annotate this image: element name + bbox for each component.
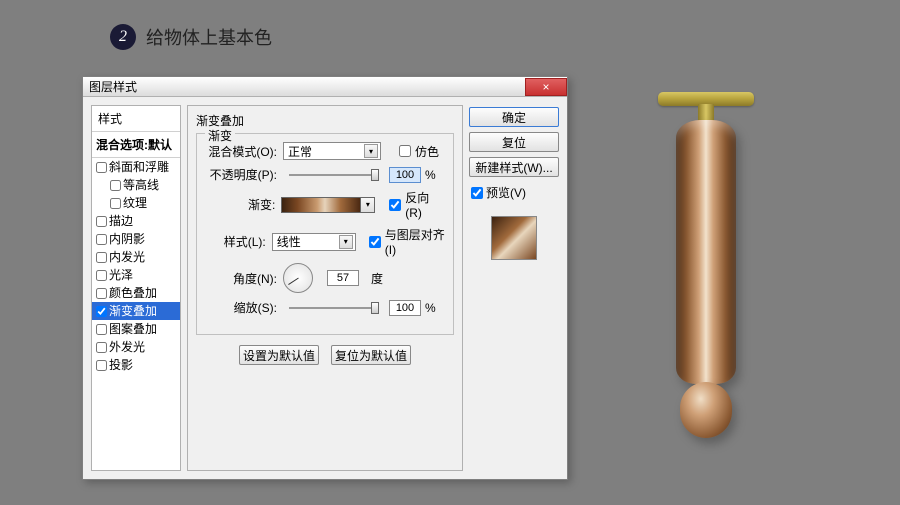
dither-checkbox[interactable] [399, 145, 411, 157]
sidebar-checkbox[interactable] [96, 324, 107, 335]
sidebar-item-label: 光泽 [109, 268, 133, 282]
style-list-sidebar: 样式 混合选项:默认 斜面和浮雕 等高线 纹理 描边 内阴影 [91, 105, 181, 471]
style-label: 样式(L): [205, 233, 268, 250]
close-button[interactable]: × [525, 78, 567, 96]
sidebar-checkbox[interactable] [96, 360, 107, 371]
sidebar-item-inner-shadow[interactable]: 内阴影 [92, 230, 180, 248]
gradient-dropdown-button[interactable]: ▾ [361, 197, 375, 213]
sidebar-checkbox[interactable] [110, 180, 121, 191]
dialog-right-panel: 确定 复位 新建样式(W)... 预览(V) [469, 105, 559, 471]
sidebar-item-drop-shadow[interactable]: 投影 [92, 356, 180, 374]
ok-button[interactable]: 确定 [469, 107, 559, 127]
sidebar-item-label: 等高线 [123, 178, 159, 192]
sidebar-item-label: 颜色叠加 [109, 286, 157, 300]
sidebar-checkbox[interactable] [96, 306, 107, 317]
sidebar-item-stroke[interactable]: 描边 [92, 212, 180, 230]
sidebar-item-texture[interactable]: 纹理 [92, 194, 180, 212]
sidebar-item-label: 外发光 [109, 340, 145, 354]
sidebar-checkbox[interactable] [96, 234, 107, 245]
layer-style-dialog: 图层样式 × 样式 混合选项:默认 斜面和浮雕 等高线 纹理 描边 [82, 76, 568, 480]
fieldset-legend: 渐变 [205, 127, 235, 144]
step-number-badge: 2 [110, 24, 136, 50]
angle-input[interactable] [327, 270, 359, 286]
reset-default-button[interactable]: 复位为默认值 [331, 345, 411, 365]
settings-panel: 渐变叠加 渐变 混合模式(O): 正常 ▾ 仿色 不透明度(P): [187, 105, 463, 471]
sidebar-checkbox[interactable] [96, 270, 107, 281]
sidebar-item-label: 图案叠加 [109, 322, 157, 336]
sidebar-item-label: 投影 [109, 358, 133, 372]
reverse-label: 反向(R) [405, 189, 445, 220]
chevron-down-icon: ▾ [364, 144, 378, 158]
preview-label: 预览(V) [486, 184, 526, 201]
step-title: 给物体上基本色 [146, 24, 272, 50]
sidebar-item-outer-glow[interactable]: 外发光 [92, 338, 180, 356]
set-default-button[interactable]: 设置为默认值 [239, 345, 319, 365]
sidebar-blend-options[interactable]: 混合选项:默认 [92, 132, 180, 158]
sidebar-item-contour[interactable]: 等高线 [92, 176, 180, 194]
sidebar-checkbox[interactable] [96, 252, 107, 263]
chevron-down-icon: ▾ [339, 235, 353, 249]
preview-checkbox[interactable] [471, 187, 483, 199]
new-style-button[interactable]: 新建样式(W)... [469, 157, 559, 177]
dialog-titlebar: 图层样式 × [83, 77, 567, 97]
step-header: 2 给物体上基本色 [110, 24, 272, 50]
slider-thumb[interactable] [371, 169, 379, 181]
object-tip [680, 382, 732, 438]
sidebar-item-label: 斜面和浮雕 [109, 160, 169, 174]
blend-mode-select[interactable]: 正常 ▾ [283, 142, 381, 160]
blend-mode-label: 混合模式(O): [205, 143, 279, 160]
align-label: 与图层对齐(I) [385, 226, 445, 257]
scale-unit: % [425, 301, 436, 315]
sidebar-item-satin[interactable]: 光泽 [92, 266, 180, 284]
scale-label: 缩放(S): [205, 299, 279, 316]
dither-label: 仿色 [415, 143, 439, 160]
sidebar-checkbox[interactable] [96, 342, 107, 353]
sidebar-item-label: 内发光 [109, 250, 145, 264]
style-select[interactable]: 线性 ▾ [272, 233, 356, 251]
opacity-label: 不透明度(P): [205, 166, 279, 183]
gradient-label: 渐变: [205, 196, 277, 213]
sidebar-item-label: 渐变叠加 [109, 304, 157, 318]
gradient-picker[interactable] [281, 197, 361, 213]
sidebar-item-pattern-overlay[interactable]: 图案叠加 [92, 320, 180, 338]
sidebar-item-gradient-overlay[interactable]: 渐变叠加 [92, 302, 180, 320]
sidebar-checkbox[interactable] [110, 198, 121, 209]
rendered-object [640, 88, 770, 448]
style-value: 线性 [277, 233, 301, 250]
close-icon: × [542, 80, 549, 94]
sidebar-item-label: 描边 [109, 214, 133, 228]
blend-mode-value: 正常 [288, 143, 312, 160]
scale-input[interactable] [389, 300, 421, 316]
sidebar-item-bevel[interactable]: 斜面和浮雕 [92, 158, 180, 176]
opacity-unit: % [425, 168, 436, 182]
sidebar-item-label: 纹理 [123, 196, 147, 210]
reset-button[interactable]: 复位 [469, 132, 559, 152]
preview-thumbnail [491, 216, 537, 260]
reverse-checkbox[interactable] [389, 199, 401, 211]
dialog-title: 图层样式 [89, 78, 137, 95]
scale-slider[interactable] [289, 307, 379, 309]
sidebar-item-color-overlay[interactable]: 颜色叠加 [92, 284, 180, 302]
sidebar-checkbox[interactable] [96, 216, 107, 227]
angle-dial[interactable] [283, 263, 313, 293]
angle-label: 角度(N): [205, 270, 279, 287]
sidebar-heading[interactable]: 样式 [92, 106, 180, 132]
sidebar-checkbox[interactable] [96, 288, 107, 299]
opacity-slider[interactable] [289, 174, 379, 176]
slider-thumb[interactable] [371, 302, 379, 314]
sidebar-checkbox[interactable] [96, 162, 107, 173]
object-body [676, 120, 736, 384]
align-checkbox[interactable] [369, 236, 381, 248]
sidebar-item-inner-glow[interactable]: 内发光 [92, 248, 180, 266]
angle-unit: 度 [371, 270, 383, 287]
sidebar-item-label: 内阴影 [109, 232, 145, 246]
gradient-fieldset: 渐变 混合模式(O): 正常 ▾ 仿色 不透明度(P): [196, 133, 454, 335]
opacity-input[interactable] [389, 167, 421, 183]
